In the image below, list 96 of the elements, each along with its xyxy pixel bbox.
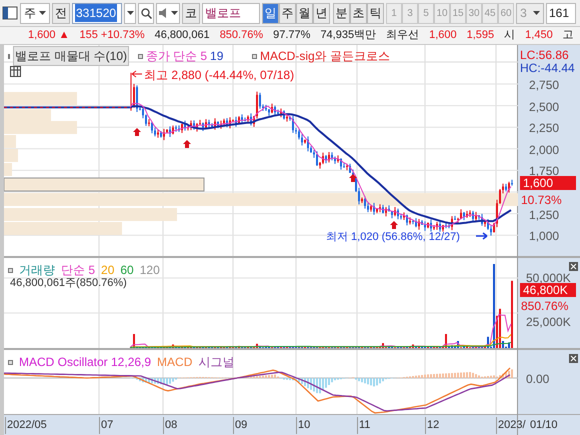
price-tick-label: 2,500 [528, 98, 560, 116]
interval-button[interactable]: 15 [450, 2, 466, 24]
last-price-badge: 1,600 [520, 176, 576, 190]
caret-icon [170, 11, 178, 15]
last-change-label: 10.73% [521, 192, 562, 209]
up-arrow-icon [183, 140, 191, 148]
interval-button[interactable]: 60 [498, 2, 514, 24]
period-tab[interactable]: 일 [262, 2, 279, 24]
quote-value: 97.77% [273, 28, 310, 44]
close-icon[interactable] [569, 262, 578, 271]
quote-value: 46,800,061 [154, 28, 210, 44]
search-button[interactable] [138, 2, 154, 24]
up-arrow-icon [133, 128, 141, 136]
caret-icon [39, 11, 46, 15]
period-tab[interactable]: 분 [333, 2, 350, 24]
up-arrow-icon [349, 174, 357, 182]
legend-label[interactable]: 단순 5 [61, 261, 96, 279]
caret-icon [532, 11, 540, 15]
legend-label[interactable]: 단순 5 [173, 47, 208, 65]
pointer-arrow [132, 70, 142, 78]
date-label: 10 [296, 417, 310, 434]
period-tab[interactable]: 초 [350, 2, 367, 24]
pointer-arrow [475, 232, 488, 240]
caret-icon [126, 11, 134, 15]
legend-label[interactable]: 거래량 [19, 261, 55, 279]
window-icon[interactable] [2, 5, 18, 21]
up-arrow-icon [390, 221, 398, 229]
quote-value: 1,450 [525, 28, 553, 44]
legend-label[interactable]: MACD Oscillator 12,26,9 [19, 353, 152, 371]
legend-marker-icon [252, 54, 257, 58]
date-label: 07 [99, 417, 114, 434]
name-search-button[interactable]: 코 [182, 2, 200, 24]
quote-value: 155 +10.73% [79, 28, 145, 44]
price-tick-label: 1,000 [528, 228, 560, 246]
legend-marker-icon [8, 54, 10, 58]
legend-label[interactable]: MACD-sig와 골든크로스 [260, 47, 390, 65]
legend-label[interactable]: 밸로프 매물대 수(10) [13, 46, 130, 66]
legend-label[interactable]: 19 [210, 47, 224, 65]
low-annotation: 최저 1,020 (56.86%, 12/27) [326, 230, 460, 245]
interval-button[interactable]: 45 [482, 2, 498, 24]
quote-value: 850.76% [220, 28, 264, 44]
quote-value: 74,935백만 [320, 28, 376, 44]
dropdown-button[interactable] [124, 2, 136, 24]
prev-button[interactable]: 전 [52, 2, 70, 24]
volume-tick-label: 25,000K [526, 314, 571, 331]
interval-button[interactable]: 5 [418, 2, 434, 24]
price-tick-label: 2,750 [528, 77, 560, 94]
price-tick-label: 1,750 [528, 163, 560, 178]
legend-label[interactable]: 60 [120, 261, 134, 279]
date-label: 09 [233, 417, 248, 434]
speaker-dropdown[interactable] [156, 2, 180, 24]
price-tick-label: 2,250 [528, 120, 560, 138]
quote-value: 1,600 ▲ [28, 28, 70, 44]
date-label: 08 [163, 417, 178, 434]
price-tick-label: 2,000 [528, 142, 560, 159]
period-tab[interactable]: 주 [279, 2, 296, 24]
legend-label[interactable]: 시그널 [198, 353, 234, 371]
quote-value: 최우선 [386, 28, 420, 44]
table-icon[interactable] [10, 66, 21, 77]
date-label: 11 [357, 417, 370, 434]
macd-tick-label: 0.00 [526, 371, 550, 388]
quote-value: 시 [504, 28, 516, 44]
close-icon[interactable] [569, 354, 578, 363]
legend-label[interactable]: 120 [140, 261, 160, 279]
price-tick-label: 1,250 [528, 206, 560, 224]
code-field[interactable]: 331520 [72, 2, 122, 24]
high-annotation: 최고 2,880 (-44.44%, 07/18) [144, 67, 294, 84]
period-tab[interactable]: 년 [313, 2, 330, 24]
name-field[interactable]: 밸로프 [202, 2, 260, 24]
volume-tick-label: 50,000K [526, 270, 571, 286]
quote-value: 1,600 [429, 28, 457, 44]
legend-marker-icon [8, 360, 13, 364]
legend-marker-icon [8, 268, 13, 272]
interval-button[interactable]: 1 [386, 2, 402, 24]
date-label: 01/10 [530, 418, 558, 433]
search-icon [140, 8, 152, 18]
volume-summary: 46,800,061주(850.76%) [10, 276, 127, 291]
period-tab[interactable]: 틱 [367, 2, 384, 24]
interval-button[interactable]: 3 [402, 2, 418, 24]
legend-marker-icon [138, 54, 143, 58]
quote-value: 고 [562, 28, 574, 44]
count-dropdown[interactable]: 3 [516, 2, 544, 24]
interval-button[interactable]: 30 [466, 2, 482, 24]
market-dropdown[interactable]: 주 [20, 2, 50, 24]
period-tab[interactable]: 월 [296, 2, 313, 24]
legend-label[interactable]: MACD [157, 353, 192, 371]
interval-button[interactable]: 10 [434, 2, 450, 24]
count-field[interactable]: 161 [546, 2, 576, 24]
date-label: 2022/05 [5, 417, 47, 434]
last-volume-badge: 46,800K [520, 283, 576, 297]
date-label: 12 [425, 417, 440, 434]
speaker-icon [158, 8, 168, 18]
quote-value: 1,595 [466, 28, 494, 44]
last-ratio-label: 850.76% [521, 298, 568, 315]
legend-label[interactable]: 20 [101, 261, 114, 279]
legend-label[interactable]: 종가 [146, 47, 170, 65]
